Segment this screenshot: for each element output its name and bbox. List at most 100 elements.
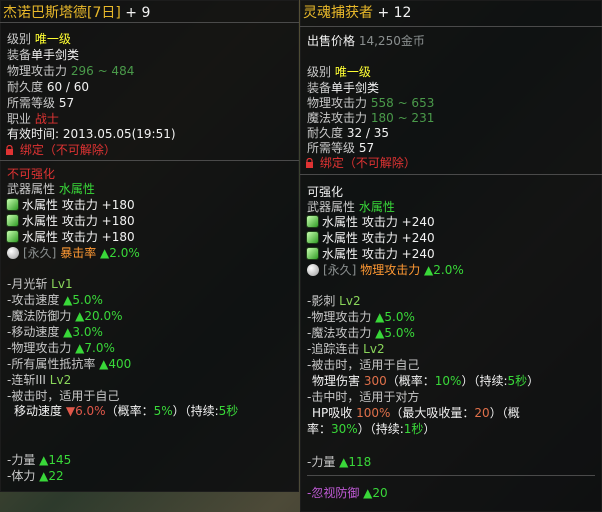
permanent-tag: [永久] bbox=[323, 263, 357, 277]
stat-label: -魔法攻击力 bbox=[307, 326, 372, 340]
gem-label: 水属性 攻击力 bbox=[22, 198, 98, 212]
job-label: 职业 bbox=[7, 112, 32, 126]
equip-value: 单手剑类 bbox=[331, 81, 380, 95]
required-level-value: 57 bbox=[358, 141, 375, 155]
proc-duration-label: ）（持续: bbox=[172, 404, 219, 418]
divider bbox=[0, 160, 299, 161]
skill-level: Lv2 bbox=[339, 294, 361, 308]
stat-line: -物理攻击力 ▲7.0% bbox=[7, 340, 115, 356]
lock-icon bbox=[6, 145, 13, 155]
proc-desc: -被击时，适用于自己 bbox=[307, 357, 419, 373]
physical-attack-label: 物理攻击力 bbox=[307, 96, 368, 110]
equip-row: 装备单手剑类 bbox=[307, 80, 379, 96]
stat-value: ▲400 bbox=[99, 357, 132, 371]
proc-chance: 5% bbox=[153, 404, 173, 418]
level-label: 级别 bbox=[307, 65, 332, 79]
gem-row: 水属性 攻击力 +240 bbox=[307, 230, 435, 246]
job-value: 战士 bbox=[34, 112, 59, 126]
gem-value: +240 bbox=[401, 247, 435, 261]
stat-label: -忽视防御 bbox=[307, 486, 360, 500]
gem-value: +180 bbox=[101, 214, 135, 228]
gem-icon bbox=[7, 215, 18, 226]
enhance-status-text: 不可强化 bbox=[7, 167, 56, 181]
stat-label: -力量 bbox=[307, 455, 336, 469]
stat-line: -移动速度 ▲3.0% bbox=[7, 324, 103, 340]
skill-name: -追踪连击 bbox=[307, 342, 360, 356]
gem-label: 水属性 攻击力 bbox=[22, 214, 98, 228]
stat-value: ▲118 bbox=[339, 455, 372, 469]
proc-value: ▼6.0% bbox=[65, 404, 106, 418]
bind-status: 绑定（不可解除） bbox=[19, 143, 116, 157]
proc-chance-label: 率： bbox=[307, 422, 332, 436]
expiry-value: 2013.05.05(19:51) bbox=[62, 127, 176, 141]
equip-label: 装备 bbox=[307, 81, 332, 95]
stat-value: ▲20.0% bbox=[75, 309, 123, 323]
physical-attack-value: 296 ~ 484 bbox=[70, 64, 135, 78]
proc-duration: 5秒 bbox=[218, 404, 239, 418]
gem-row: 水属性 攻击力 +180 bbox=[7, 229, 135, 245]
equip-label: 装备 bbox=[7, 48, 32, 62]
gem-row: 水属性 攻击力 +180 bbox=[7, 213, 135, 229]
gem-label: 水属性 攻击力 bbox=[22, 230, 98, 244]
equip-value: 单手剑类 bbox=[31, 48, 80, 62]
stat-label: -物理攻击力 bbox=[307, 310, 372, 324]
required-level-row: 所需等级 57 bbox=[307, 140, 374, 156]
skill-row: -影刺 Lv2 bbox=[307, 293, 361, 309]
gem-label: 水属性 攻击力 bbox=[322, 215, 398, 229]
bind-row: 绑定（不可解除） bbox=[5, 142, 116, 158]
stat-line: -忽视防御 ▲20 bbox=[307, 485, 388, 501]
stat-label: -物理攻击力 bbox=[7, 341, 72, 355]
permanent-stat: 物理攻击力 bbox=[360, 263, 421, 277]
divider bbox=[0, 22, 299, 23]
gem-row: 水属性 攻击力 +180 bbox=[7, 197, 135, 213]
stat-value: ▲5.0% bbox=[375, 310, 415, 324]
divider bbox=[307, 475, 595, 476]
proc-chance-prefix: ）（概 bbox=[489, 406, 520, 420]
magic-attack-label: 魔法攻击力 bbox=[307, 111, 368, 125]
level-label: 级别 bbox=[7, 32, 32, 46]
proc-duration-label: ）（持续: bbox=[357, 422, 404, 436]
gem-label: 水属性 攻击力 bbox=[322, 231, 398, 245]
durability-value: 60 / 60 bbox=[46, 80, 90, 94]
item-tooltip-right: 灵魂捕获者 + 12 出售价格 14,250金币 级别 唯一级 装备单手剑类 物… bbox=[300, 0, 602, 512]
proc-desc: -击中时，适用于对方 bbox=[307, 389, 419, 405]
stat-label: -移动速度 bbox=[7, 325, 60, 339]
gem-icon bbox=[307, 232, 318, 243]
skill-level: Lv1 bbox=[51, 277, 73, 291]
required-level-label: 所需等级 bbox=[7, 96, 56, 110]
durability-row: 耐久度 60 / 60 bbox=[7, 79, 89, 95]
job-row: 职业 战士 bbox=[7, 111, 59, 127]
enhance-status: 可强化 bbox=[307, 184, 343, 200]
stat-line: -力量 ▲145 bbox=[7, 452, 71, 468]
item-tooltip-left: 杰诺巴斯塔德[7日] + 9 级别 唯一级 装备单手剑类 物理攻击力 296 ~… bbox=[0, 0, 299, 492]
stat-value: ▲145 bbox=[39, 453, 72, 467]
expiry-label: 有效时间: bbox=[7, 127, 60, 141]
skill-name: -连斩III bbox=[7, 373, 46, 387]
physical-attack-label: 物理攻击力 bbox=[7, 64, 68, 78]
durability-value: 32 / 35 bbox=[346, 126, 390, 140]
gem-icon bbox=[7, 231, 18, 242]
proc-desc-text: -被击时，适用于自己 bbox=[307, 358, 420, 372]
proc-duration: 1秒 bbox=[403, 422, 424, 436]
level-value: 唯一级 bbox=[334, 65, 371, 79]
permanent-value: ▲2.0% bbox=[100, 246, 140, 260]
gem-value: +180 bbox=[101, 230, 135, 244]
proc-duration-label: ）（持续: bbox=[461, 374, 508, 388]
required-level-value: 57 bbox=[58, 96, 75, 110]
proc-chance: 30% bbox=[331, 422, 358, 436]
stat-label: -攻击速度 bbox=[7, 293, 60, 307]
gem-icon bbox=[307, 248, 318, 259]
skill-name: -月光斩 bbox=[7, 277, 48, 291]
orb-icon bbox=[7, 247, 19, 259]
item-name: 杰诺巴斯塔德[7日] bbox=[3, 5, 121, 21]
proc-stat: 物理伤害 bbox=[312, 374, 361, 388]
proc-cap: 20 bbox=[474, 406, 490, 420]
stat-value: ▲3.0% bbox=[63, 325, 103, 339]
weapon-attr-row: 武器属性 水属性 bbox=[307, 199, 395, 215]
expiry-row: 有效时间: 2013.05.05(19:51) bbox=[7, 126, 176, 142]
magic-attack-value: 180 ~ 231 bbox=[370, 111, 435, 125]
magic-attack-row: 魔法攻击力 180 ~ 231 bbox=[307, 110, 434, 126]
durability-row: 耐久度 32 / 35 bbox=[307, 125, 389, 141]
proc-detail: 移动速度 ▼6.0%（概率：5%）（持续:5秒 bbox=[14, 403, 238, 419]
item-name: 灵魂捕获者 bbox=[303, 5, 373, 21]
